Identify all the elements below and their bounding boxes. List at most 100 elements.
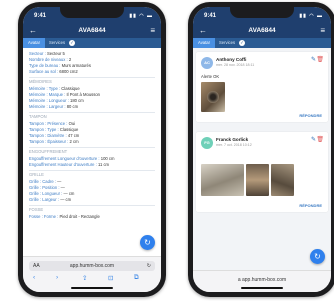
status-icons: ▮▮ ◠ ▬ bbox=[299, 13, 323, 19]
detail-row: Grille : Cadre : — bbox=[29, 179, 61, 184]
detail-row: Tampon : Présence : Oui bbox=[29, 121, 75, 126]
comment-photo[interactable] bbox=[201, 82, 225, 112]
comment-timestamp: mer. 7 oct. 2018 10:12 bbox=[216, 143, 252, 147]
detail-label: Type de bureau : bbox=[29, 63, 61, 68]
comment-card: FG Franck Gorlick mer. 7 oct. 2018 10:12… bbox=[196, 132, 328, 212]
detail-value: Classique bbox=[61, 86, 80, 91]
delete-trash-icon[interactable]: 🗑 bbox=[316, 136, 324, 143]
comment-text: Alerte OK bbox=[201, 74, 220, 79]
detail-row: Tampon : Diamètre : 47 cm bbox=[29, 133, 79, 138]
detail-label: Grille : Longueur : bbox=[29, 191, 63, 196]
safari-toolbar: a app.humm-box.com bbox=[193, 270, 331, 292]
detail-label: Mémoire : Type : bbox=[29, 86, 61, 91]
detail-value: 6800 cm2 bbox=[59, 69, 78, 74]
detail-label: Tampon : Type : bbox=[29, 127, 59, 132]
divider bbox=[29, 205, 155, 206]
tab-services[interactable]: Services bbox=[44, 38, 70, 48]
notch bbox=[230, 7, 294, 18]
detail-value: 100 cm bbox=[100, 156, 115, 161]
detail-value: 11 cm bbox=[97, 162, 110, 167]
avatar: FG bbox=[201, 137, 213, 149]
safari-toolbar: AA app.humm-box.com ↻ ‹ › ⇪ ⊡ ⧉ bbox=[23, 256, 161, 292]
comments-list: AC Anthony Coffi mer. 28 nov. 2018 18:11… bbox=[193, 48, 331, 270]
detail-row: Grille : Largeur : — cm bbox=[29, 197, 71, 202]
reply-button[interactable]: RÉPONDRE bbox=[299, 113, 322, 118]
refresh-fab-button[interactable]: ↻ bbox=[140, 235, 155, 250]
back-icon[interactable]: ‹ bbox=[33, 274, 35, 281]
comment-timestamp: mer. 28 nov. 2018 18:11 bbox=[216, 63, 255, 67]
section-heading: Fosse bbox=[29, 207, 44, 212]
detail-label: Tampon : Épaisseur : bbox=[29, 139, 69, 144]
comment-photo[interactable] bbox=[271, 164, 294, 196]
section-heading: Engouffrement bbox=[29, 149, 68, 154]
detail-row: Grille : Position : — bbox=[29, 185, 65, 190]
detail-row: Mémoire : Largeur : 80 cm bbox=[29, 104, 78, 109]
page-title: AVA6844 bbox=[78, 27, 106, 34]
detail-label: Secteur : bbox=[29, 51, 46, 56]
detail-label: Tampon : Diamètre : bbox=[29, 133, 67, 138]
details-panel: Secteur : Secteur 5 Nombre de niveaux : … bbox=[23, 48, 161, 256]
address-bar[interactable]: AA app.humm-box.com ↻ bbox=[29, 261, 155, 271]
home-indicator bbox=[241, 287, 283, 289]
detail-value: 2 cm bbox=[69, 139, 79, 144]
hamburger-menu-icon[interactable]: ≡ bbox=[150, 26, 155, 35]
check-circle-icon[interactable]: ✓ bbox=[69, 40, 75, 46]
detail-row: Tampon : Épaisseur : 2 cm bbox=[29, 139, 79, 144]
detail-label: Nombre de niveaux : bbox=[29, 57, 68, 62]
detail-value: — bbox=[57, 179, 62, 184]
detail-value: Il Pont à Mousson bbox=[66, 92, 101, 97]
edit-pencil-icon[interactable]: ✎ bbox=[311, 136, 316, 143]
comment-author: Franck Gorlick bbox=[216, 137, 249, 142]
tabs-icon[interactable]: ⧉ bbox=[134, 274, 139, 282]
detail-row: Engouffrement Hauteur d'ouverture : 11 c… bbox=[29, 162, 109, 167]
app-bar: ← AVA6844 ≡ bbox=[23, 24, 161, 38]
check-circle-icon[interactable]: ✓ bbox=[239, 40, 245, 46]
detail-value: Secteur 5 bbox=[46, 51, 65, 56]
divider bbox=[29, 77, 155, 78]
comment-author: Anthony Coffi bbox=[216, 57, 247, 62]
hamburger-menu-icon[interactable]: ≡ bbox=[320, 26, 325, 35]
status-time: 9:41 bbox=[34, 13, 47, 19]
detail-row: Tampon : Type : Classique bbox=[29, 127, 78, 132]
refresh-fab-button[interactable]: ↻ bbox=[310, 249, 325, 264]
comment-card: AC Anthony Coffi mer. 28 nov. 2018 18:11… bbox=[196, 52, 328, 122]
tab-avatar[interactable]: Avatar bbox=[193, 38, 216, 48]
comment-photo[interactable] bbox=[246, 164, 269, 196]
detail-label: Tampon : Présence : bbox=[29, 121, 68, 126]
detail-value: 80 cm bbox=[66, 104, 79, 109]
bookmarks-icon[interactable]: ⊡ bbox=[108, 274, 113, 282]
detail-row: Fosse : Forme : Pied droit - Rectangle bbox=[29, 214, 100, 219]
reply-button[interactable]: RÉPONDRE bbox=[299, 203, 322, 208]
detail-label: Mémoire : Largeur : bbox=[29, 104, 66, 109]
forward-icon[interactable]: › bbox=[56, 274, 58, 281]
browser-nav: ‹ › ⇪ ⊡ ⧉ bbox=[23, 274, 161, 284]
delete-trash-icon[interactable]: 🗑 bbox=[316, 56, 324, 63]
url-text[interactable]: a app.humm-box.com bbox=[193, 277, 331, 283]
tab-bar: Avatar Services ✓ bbox=[23, 38, 161, 48]
share-icon[interactable]: ⇪ bbox=[82, 274, 87, 282]
detail-value: 2 bbox=[68, 57, 72, 62]
reload-icon[interactable]: ↻ bbox=[147, 263, 151, 269]
tab-avatar[interactable]: Avatar bbox=[23, 38, 46, 48]
detail-value: — cm bbox=[63, 191, 75, 196]
edit-pencil-icon[interactable]: ✎ bbox=[311, 56, 316, 63]
detail-row: Engouffrement Longueur d'ouverture : 100… bbox=[29, 156, 114, 161]
detail-label: Surface au sol : bbox=[29, 69, 59, 74]
status-icons: ▮▮ ◠ ▬ bbox=[129, 13, 153, 19]
phone-right-screen: 9:41 ▮▮ ◠ ▬ ← AVA6844 ≡ Avatar Services … bbox=[193, 7, 331, 292]
detail-label: Engouffrement Hauteur d'ouverture : bbox=[29, 162, 97, 167]
status-time: 9:41 bbox=[204, 13, 217, 19]
phone-left: 9:41 ▮▮ ◠ ▬ ← AVA6844 ≡ Avatar Services … bbox=[18, 2, 166, 297]
detail-label: Mémoire : Longueur : bbox=[29, 98, 69, 103]
comment-photo[interactable] bbox=[201, 164, 244, 196]
detail-value: Oui bbox=[68, 121, 76, 126]
detail-row: Mémoire : Longueur : 180 cm bbox=[29, 98, 84, 103]
divider bbox=[29, 170, 155, 171]
app-bar: ← AVA6844 ≡ bbox=[193, 24, 331, 38]
section-heading: Grille bbox=[29, 172, 44, 177]
detail-row: Nombre de niveaux : 2 bbox=[29, 57, 71, 62]
detail-value: — cm bbox=[60, 197, 72, 202]
detail-label: Mémoire : Marque : bbox=[29, 92, 66, 97]
tab-services[interactable]: Services bbox=[214, 38, 240, 48]
url-text: app.humm-box.com bbox=[69, 263, 115, 269]
